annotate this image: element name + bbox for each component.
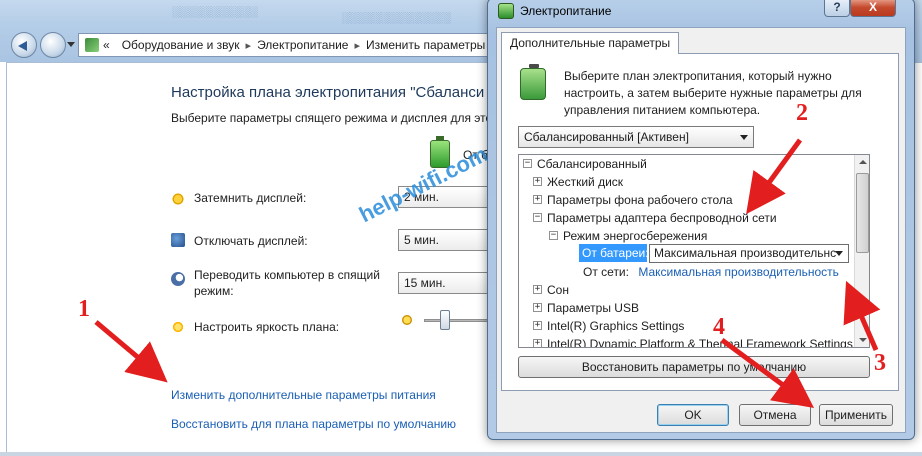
annotation-number-2: 2 [796, 100, 808, 126]
arrow-1 [94, 320, 168, 383]
annotation-number-1: 1 [78, 296, 90, 322]
annotation-arrows [94, 138, 881, 408]
tab-advanced-settings[interactable]: Дополнительные параметры [501, 32, 680, 54]
arrow-2 [746, 138, 803, 215]
arrow-4 [720, 337, 815, 408]
annotation-number-4: 4 [713, 314, 725, 340]
arrow-3 [843, 280, 881, 351]
annotation-number-3: 3 [874, 350, 886, 376]
